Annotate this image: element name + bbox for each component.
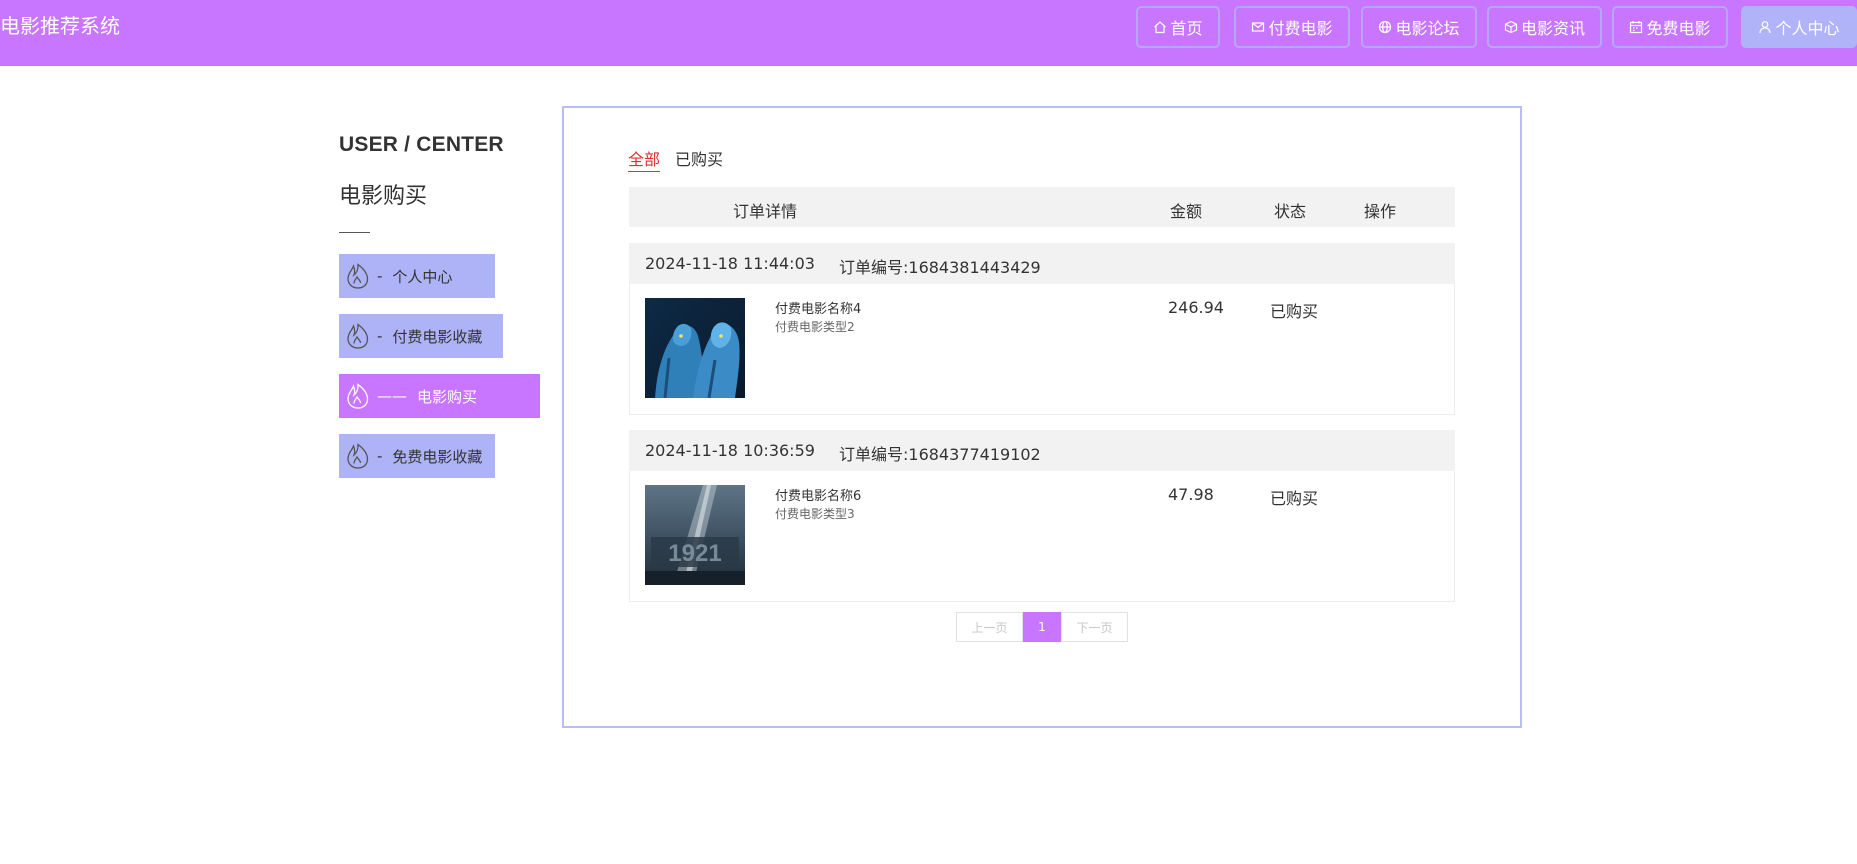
order-row: 1921 付费电影名称6 付费电影类型3 47.98 已购买 bbox=[629, 471, 1455, 602]
nav-free-movies[interactable]: 免费电影 bbox=[1612, 6, 1728, 48]
movie-poster[interactable]: 1921 bbox=[645, 485, 745, 585]
nav-home[interactable]: 首页 bbox=[1136, 6, 1220, 48]
nav-user-center[interactable]: 个人中心 bbox=[1741, 6, 1857, 48]
next-page-button[interactable]: 下一页 bbox=[1061, 612, 1128, 642]
header-amount: 金额 bbox=[1170, 202, 1203, 221]
sidebar-item-label: 电影购买 bbox=[417, 387, 478, 406]
nav-user-center-label: 个人中心 bbox=[1775, 19, 1840, 38]
movie-name: 付费电影名称4 bbox=[775, 302, 862, 317]
user-center-heading: USER / CENTER bbox=[339, 133, 504, 156]
sidebar-item-label: 个人中心 bbox=[392, 267, 453, 286]
item-dash: - bbox=[377, 267, 383, 285]
user-icon bbox=[1758, 20, 1772, 34]
sidebar-item-user-center[interactable]: - 个人中心 bbox=[339, 254, 495, 298]
calendar-icon bbox=[1629, 20, 1643, 34]
nav-paid-movies[interactable]: 付费电影 bbox=[1234, 6, 1350, 48]
nav-movie-news-label: 电影资讯 bbox=[1520, 19, 1585, 38]
header-order-detail: 订单详情 bbox=[733, 202, 798, 221]
item-dash: - bbox=[377, 447, 383, 465]
order-row: 付费电影名称4 付费电影类型2 246.94 已购买 bbox=[629, 284, 1455, 415]
sidebar-item-label: 免费电影收藏 bbox=[392, 447, 483, 466]
title-divider bbox=[339, 232, 370, 233]
tab-all[interactable]: 全部 bbox=[628, 146, 661, 172]
mail-icon bbox=[1251, 20, 1265, 34]
order-header: 2024-11-18 10:36:59 订单编号:1684377419102 bbox=[629, 430, 1455, 471]
order-number: 订单编号:1684377419102 bbox=[839, 445, 1041, 464]
sidebar-item-paid-favorites[interactable]: - 付费电影收藏 bbox=[339, 314, 503, 358]
section-title: 电影购买 bbox=[339, 184, 428, 209]
pagination: 上一页 1 下一页 bbox=[956, 612, 1128, 642]
sidebar-item-label: 付费电影收藏 bbox=[392, 327, 483, 346]
flame-icon bbox=[345, 382, 371, 410]
flame-icon bbox=[345, 322, 371, 350]
movie-type: 付费电影类型2 bbox=[775, 320, 855, 334]
prev-page-button[interactable]: 上一页 bbox=[956, 612, 1023, 642]
flame-icon bbox=[345, 262, 371, 290]
home-icon bbox=[1153, 20, 1167, 34]
nav-paid-movies-label: 付费电影 bbox=[1268, 19, 1333, 38]
header-status: 状态 bbox=[1274, 202, 1307, 221]
item-dash: —— bbox=[377, 387, 407, 405]
globe-icon bbox=[1378, 20, 1392, 34]
sidebar-item-free-favorites[interactable]: - 免费电影收藏 bbox=[339, 434, 495, 478]
page-number-button[interactable]: 1 bbox=[1023, 612, 1061, 642]
cube-icon bbox=[1504, 20, 1518, 34]
order-header: 2024-11-18 11:44:03 订单编号:1684381443429 bbox=[629, 243, 1455, 284]
nav-movie-forum-label: 电影论坛 bbox=[1395, 19, 1460, 38]
top-navbar: 电影推荐系统 首页 付费电影 电影论坛 电影资讯 免费电影 个人中心 bbox=[0, 0, 1857, 66]
nav-home-label: 首页 bbox=[1170, 19, 1203, 38]
table-header: 订单详情 金额 状态 操作 bbox=[629, 187, 1455, 227]
svg-text:1921: 1921 bbox=[668, 540, 721, 567]
order-datetime: 2024-11-18 11:44:03 bbox=[645, 254, 815, 273]
order-status: 已购买 bbox=[1270, 302, 1319, 321]
brand-title: 电影推荐系统 bbox=[0, 14, 120, 38]
tab-purchased[interactable]: 已购买 bbox=[675, 146, 723, 170]
flame-icon bbox=[345, 442, 371, 470]
order-amount: 47.98 bbox=[1168, 485, 1214, 504]
order-datetime: 2024-11-18 10:36:59 bbox=[645, 441, 815, 460]
header-action: 操作 bbox=[1364, 202, 1397, 221]
sidebar-item-movie-purchase[interactable]: —— 电影购买 bbox=[339, 374, 540, 418]
movie-type: 付费电影类型3 bbox=[775, 507, 855, 521]
nav-free-movies-label: 免费电影 bbox=[1646, 19, 1711, 38]
order-amount: 246.94 bbox=[1168, 298, 1224, 317]
nav-movie-news[interactable]: 电影资讯 bbox=[1487, 6, 1602, 48]
item-dash: - bbox=[377, 327, 383, 345]
nav-movie-forum[interactable]: 电影论坛 bbox=[1361, 6, 1477, 48]
movie-name: 付费电影名称6 bbox=[775, 489, 862, 504]
movie-poster[interactable] bbox=[645, 298, 745, 398]
order-number: 订单编号:1684381443429 bbox=[839, 258, 1041, 277]
order-status: 已购买 bbox=[1270, 489, 1319, 508]
